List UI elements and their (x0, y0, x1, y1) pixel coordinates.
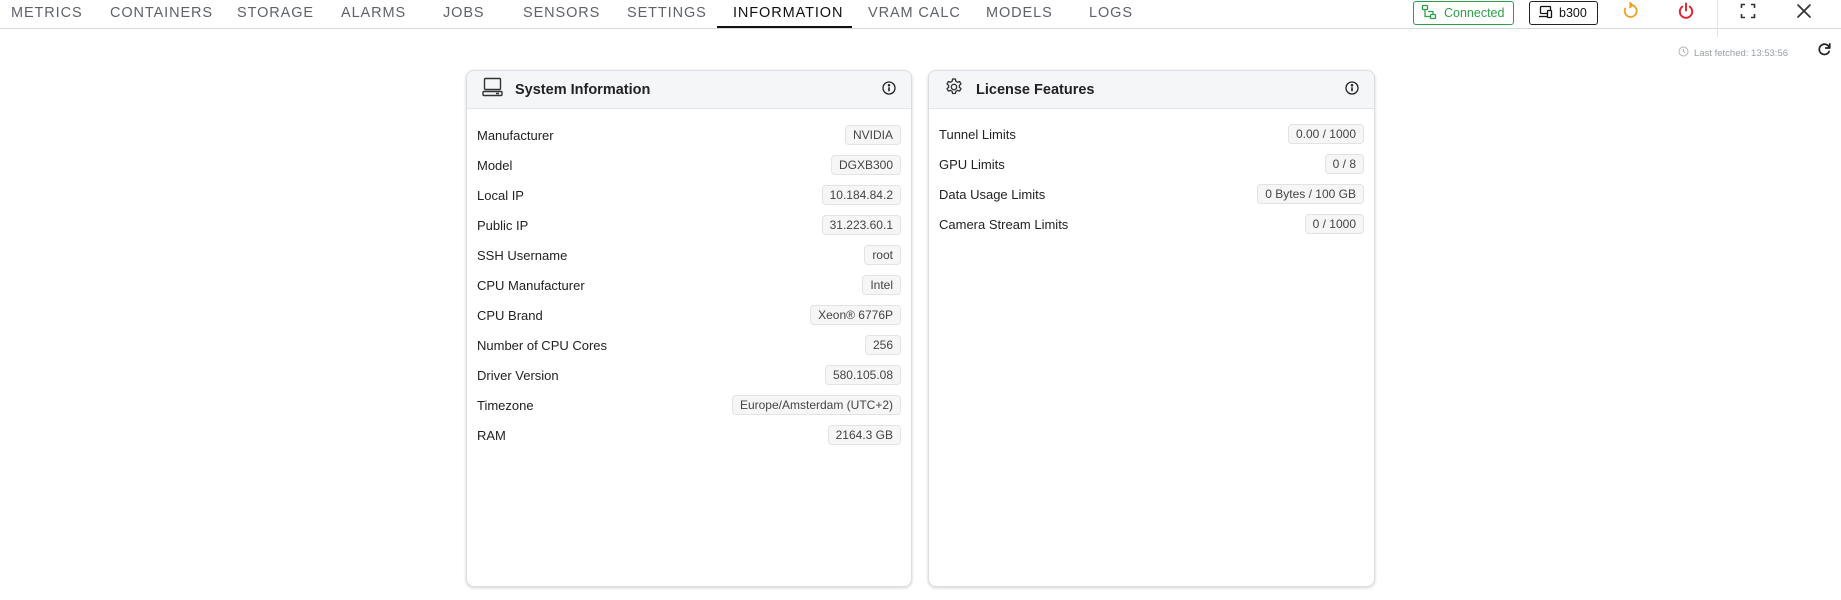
info-icon (1345, 80, 1359, 100)
row-value: DGXB300 (830, 155, 901, 175)
row-value: 10.184.84.2 (821, 185, 901, 205)
row-label: Number of CPU Cores (477, 337, 608, 353)
system-information-list: Manufacturer NVIDIA Model DGXB300 Local IP… (467, 109, 911, 450)
tab-vram-calc[interactable]: VRAM CALC (868, 0, 961, 28)
row-label: Manufacturer (477, 127, 554, 143)
tab-metrics[interactable]: METRICS (11, 0, 83, 28)
devices-icon (1538, 5, 1553, 22)
row-value: root (864, 245, 901, 265)
info-row-cpu-manufacturer: CPU Manufacturer Intel (467, 270, 911, 300)
tab-storage[interactable]: STORAGE (237, 0, 314, 28)
tab-settings[interactable]: SETTINGS (627, 0, 707, 28)
info-row-manufacturer: Manufacturer NVIDIA (467, 120, 911, 150)
row-value: 31.223.60.1 (821, 215, 901, 235)
connection-status-badge[interactable]: Connected (1413, 1, 1514, 25)
power-button[interactable] (1672, 1, 1700, 25)
close-button[interactable] (1790, 1, 1818, 25)
info-row-ssh-username: SSH Username root (467, 240, 911, 270)
info-row-local-ip: Local IP 10.184.84.2 (467, 180, 911, 210)
info-button[interactable] (881, 80, 897, 100)
row-label: CPU Manufacturer (477, 277, 585, 293)
row-label: Driver Version (477, 367, 559, 383)
row-label: Data Usage Limits (939, 186, 1046, 202)
top-nav: METRICS CONTAINERS STORAGE ALARMS JOBS S… (0, 0, 1841, 37)
card-title: License Features (976, 81, 1095, 98)
row-label: CPU Brand (477, 307, 543, 323)
last-fetched-label: Last fetched: 13:53:56 (1694, 47, 1789, 59)
license-row-camera-stream-limits: Camera Stream Limits 0 / 1000 (929, 209, 1374, 239)
row-value: NVIDIA (844, 125, 901, 145)
host-selector[interactable]: b300 (1529, 1, 1598, 25)
row-label: GPU Limits (939, 156, 1005, 172)
row-label: Tunnel Limits (939, 126, 1016, 142)
gear-icon (944, 77, 964, 102)
connection-status-label: Connected (1444, 6, 1505, 20)
clock-icon (1678, 46, 1689, 60)
close-icon (1796, 3, 1812, 24)
fullscreen-icon (1740, 3, 1756, 24)
toolbar-divider (1717, 0, 1718, 37)
computer-icon (482, 77, 503, 102)
license-features-list: Tunnel Limits 0.00 / 1000 GPU Limits 0 / 8… (929, 109, 1374, 239)
fullscreen-button[interactable] (1734, 1, 1762, 25)
row-value: Intel (862, 275, 901, 295)
row-label: Public IP (477, 217, 529, 233)
tab-logs[interactable]: LOGS (1089, 0, 1133, 28)
row-value: 2164.3 GB (827, 425, 901, 445)
row-value: Xeon® 6776P (810, 305, 901, 325)
info-row-ram: RAM 2164.3 GB (467, 420, 911, 450)
info-icon (882, 80, 896, 100)
row-label: Model (477, 157, 513, 173)
tab-information[interactable]: INFORMATION (733, 0, 843, 28)
row-value: 0.00 / 1000 (1287, 124, 1364, 144)
refresh-icon (1817, 42, 1832, 62)
refresh-button[interactable] (1815, 43, 1833, 61)
tab-alarms[interactable]: ALARMS (341, 0, 406, 28)
info-row-cpu-cores: Number of CPU Cores 256 (467, 330, 911, 360)
row-value: 0 Bytes / 100 GB (1257, 184, 1364, 204)
restart-button[interactable] (1616, 1, 1644, 25)
card-header: License Features (929, 71, 1374, 109)
network-icon (1421, 4, 1437, 23)
license-row-gpu-limits: GPU Limits 0 / 8 (929, 149, 1374, 179)
row-value: 0 / 1000 (1304, 214, 1364, 234)
card-header: System Information (467, 71, 911, 109)
license-row-data-usage-limits: Data Usage Limits 0 Bytes / 100 GB (929, 179, 1374, 209)
host-label: b300 (1559, 6, 1587, 20)
license-row-tunnel-limits: Tunnel Limits 0.00 / 1000 (929, 119, 1374, 149)
tab-sensors[interactable]: SENSORS (523, 0, 600, 28)
system-information-card: System Information Manufacturer NVIDIA Mo… (466, 70, 912, 587)
info-row-public-ip: Public IP 31.223.60.1 (467, 210, 911, 240)
power-icon (1677, 2, 1695, 25)
row-label: Camera Stream Limits (939, 216, 1069, 232)
row-value: Europe/Amsterdam (UTC+2) (731, 395, 901, 415)
row-label: Timezone (477, 397, 534, 413)
tab-jobs[interactable]: JOBS (443, 0, 484, 28)
tab-models[interactable]: MODELS (986, 0, 1053, 28)
info-row-timezone: Timezone Europe/Amsterdam (UTC+2) (467, 390, 911, 420)
restart-icon (1621, 1, 1639, 25)
info-row-model: Model DGXB300 (467, 150, 911, 180)
row-value: 256 (864, 335, 901, 355)
row-label: RAM (477, 427, 506, 443)
license-features-card: License Features Tunnel Limits 0.00 / 100… (928, 70, 1375, 587)
row-value: 0 / 8 (1324, 154, 1364, 174)
info-button[interactable] (1344, 80, 1360, 100)
info-row-driver-version: Driver Version 580.105.08 (467, 360, 911, 390)
row-value: 580.105.08 (824, 365, 901, 385)
card-title: System Information (515, 81, 651, 98)
tab-containers[interactable]: CONTAINERS (110, 0, 213, 28)
info-row-cpu-brand: CPU Brand Xeon® 6776P (467, 300, 911, 330)
row-label: SSH Username (477, 247, 568, 263)
row-label: Local IP (477, 187, 524, 203)
active-tab-indicator (717, 26, 852, 28)
last-fetched: Last fetched: 13:53:56 (1678, 46, 1788, 60)
